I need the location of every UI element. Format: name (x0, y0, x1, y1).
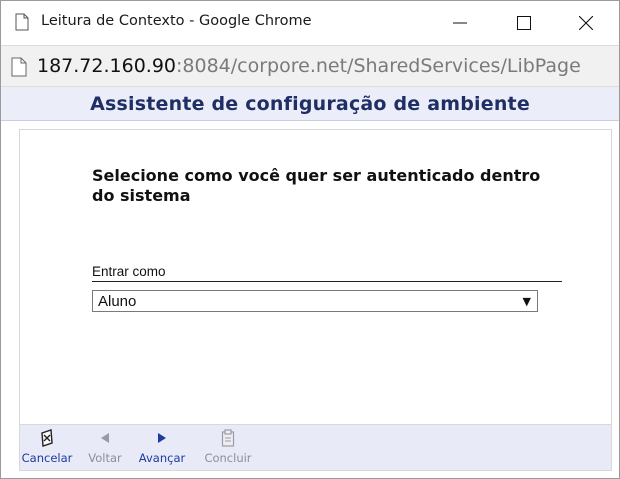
maximize-button[interactable] (501, 1, 547, 45)
close-icon (579, 16, 593, 30)
page-title: Assistente de configuração de ambiente (90, 93, 530, 115)
title-bar: Leitura de Contexto - Google Chrome (1, 1, 619, 45)
arrow-right-icon (130, 429, 194, 449)
url-text[interactable]: 187.72.160.90:8084/corpore.net/SharedSer… (37, 55, 613, 77)
wizard-content: Selecione como você quer ser autenticado… (19, 129, 612, 425)
address-bar[interactable]: 187.72.160.90:8084/corpore.net/SharedSer… (1, 45, 619, 87)
close-button[interactable] (563, 1, 609, 45)
cancel-label: Cancelar (21, 451, 73, 465)
minimize-icon (453, 22, 467, 24)
maximize-icon (517, 16, 531, 30)
clipboard-icon (196, 429, 260, 449)
back-button[interactable]: Voltar (78, 429, 132, 465)
finish-label: Concluir (204, 451, 252, 465)
wizard-header: Assistente de configuração de ambiente (1, 87, 619, 121)
instruction-text: Selecione como você quer ser autenticado… (92, 166, 541, 205)
next-button[interactable]: Avançar (130, 429, 194, 465)
page-icon (11, 57, 27, 77)
url-path: :8084/corpore.net/SharedServices/LibPage (176, 55, 581, 77)
minimize-button[interactable] (437, 1, 483, 45)
wizard-toolbar: Cancelar Voltar Avançar Concluir (19, 425, 612, 471)
login-as-label: Entrar como (92, 264, 562, 282)
browser-window: Leitura de Contexto - Google Chrome 187.… (0, 0, 620, 479)
select-value: Aluno (98, 293, 137, 310)
cancel-button[interactable]: Cancelar (8, 429, 86, 465)
dropdown-arrow-icon: ▼ (522, 295, 531, 308)
next-label: Avançar (138, 451, 186, 465)
window-title: Leitura de Contexto - Google Chrome (41, 13, 312, 29)
arrow-left-icon (78, 429, 132, 449)
back-label: Voltar (88, 451, 122, 465)
page-icon (15, 13, 29, 31)
url-host: 187.72.160.90 (37, 55, 177, 77)
cancel-icon (8, 429, 86, 449)
login-as-select[interactable]: Aluno ▼ (92, 290, 538, 312)
finish-button[interactable]: Concluir (196, 429, 260, 465)
